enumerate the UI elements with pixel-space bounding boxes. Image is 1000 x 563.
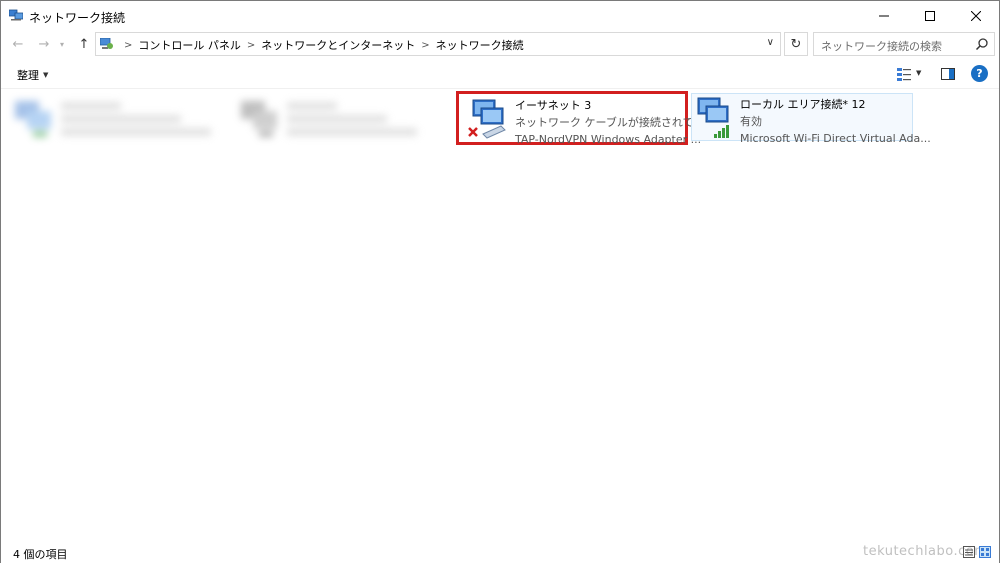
connection-item[interactable] bbox=[5, 93, 225, 145]
forward-button[interactable]: → bbox=[35, 35, 53, 53]
back-button[interactable]: ← bbox=[9, 35, 27, 53]
chevron-down-icon: ▼ bbox=[43, 71, 49, 79]
connection-device: Microsoft Wi-Fi Direct Virtual Ada... bbox=[740, 132, 931, 145]
window-title: ネットワーク接続 bbox=[29, 11, 126, 25]
minimize-icon bbox=[879, 15, 889, 17]
blurred-device bbox=[287, 128, 417, 136]
connection-item-ethernet-3[interactable]: イーサネット 3 ネットワーク ケーブルが接続されていま... TAP-Nord… bbox=[456, 91, 726, 146]
organize-label: 整理 bbox=[17, 69, 39, 82]
maximize-button[interactable] bbox=[907, 1, 953, 31]
blurred-status bbox=[61, 115, 181, 123]
search-icon bbox=[975, 38, 988, 51]
maximize-icon bbox=[925, 11, 935, 21]
preview-pane-icon[interactable] bbox=[941, 67, 955, 81]
breadcrumb-separator-icon: > bbox=[124, 39, 133, 51]
address-bar[interactable]: > コントロール パネル > ネットワークとインターネット > ネットワーク接続… bbox=[95, 32, 781, 56]
breadcrumb-network-connections[interactable]: ネットワーク接続 bbox=[436, 37, 524, 53]
refresh-icon: ↻ bbox=[790, 36, 802, 52]
connections-list: イーサネット 3 ネットワーク ケーブルが接続されていま... TAP-Nord… bbox=[1, 89, 999, 541]
blurred-device bbox=[61, 128, 211, 136]
connection-item[interactable] bbox=[231, 93, 451, 145]
connection-item-local-area-12[interactable]: ローカル エリア接続* 12 有効 Microsoft Wi-Fi Direct… bbox=[691, 93, 931, 145]
blurred-name bbox=[287, 102, 337, 110]
recent-locations-button[interactable]: ▾ bbox=[57, 35, 67, 53]
address-dropdown-chevron-icon[interactable]: ∨ bbox=[767, 37, 774, 48]
connection-name: ローカル エリア接続* 12 bbox=[740, 98, 866, 111]
help-button[interactable]: ? bbox=[971, 65, 988, 82]
blurred-name bbox=[61, 102, 121, 110]
chevron-down-icon: ▾ bbox=[59, 39, 64, 49]
details-view-icon[interactable] bbox=[963, 546, 975, 558]
wireless-adapter-icon bbox=[697, 97, 729, 138]
breadcrumb-separator-icon: > bbox=[421, 39, 430, 51]
network-adapter-icon bbox=[241, 101, 277, 137]
control-panel-icon bbox=[100, 38, 113, 49]
search-placeholder: ネットワーク接続の検索 bbox=[821, 40, 942, 53]
breadcrumb-network-internet[interactable]: ネットワークとインターネット bbox=[261, 37, 415, 53]
network-connections-icon bbox=[9, 9, 23, 21]
close-button[interactable] bbox=[953, 1, 999, 31]
refresh-button[interactable]: ↻ bbox=[784, 32, 808, 56]
change-view-icon[interactable] bbox=[897, 67, 911, 81]
navigation-row: ← → ▾ ↑ > コントロール パネル > ネットワークとインターネット > … bbox=[1, 31, 999, 57]
status-bar: 4 個の項目 tekutechlabo.com bbox=[1, 541, 999, 563]
connection-text: ローカル エリア接続* 12 有効 Microsoft Wi-Fi Direct… bbox=[740, 96, 931, 147]
view-options-chevron-icon[interactable]: ▼ bbox=[916, 69, 921, 83]
breadcrumb: > コントロール パネル > ネットワークとインターネット > ネットワーク接続 bbox=[118, 37, 524, 53]
organize-menu-button[interactable]: 整理 ▼ bbox=[17, 67, 48, 83]
title-bar: ネットワーク接続 bbox=[1, 1, 999, 31]
blurred-status bbox=[287, 115, 387, 123]
breadcrumb-separator-icon: > bbox=[246, 39, 256, 51]
network-connections-window: ネットワーク接続 ← → ▾ ↑ > コントロール パネル > ネットワークとイ… bbox=[0, 0, 1000, 563]
up-button[interactable]: ↑ bbox=[75, 35, 93, 53]
large-icons-view-icon[interactable] bbox=[979, 546, 991, 558]
minimize-button[interactable] bbox=[861, 1, 907, 31]
ethernet-disconnected-icon bbox=[468, 99, 506, 139]
connection-text bbox=[61, 97, 211, 141]
back-arrow-icon: ← bbox=[12, 36, 24, 52]
breadcrumb-control-panel[interactable]: コントロール パネル bbox=[138, 37, 241, 53]
item-count: 4 個の項目 bbox=[13, 548, 68, 561]
connection-status: 有効 bbox=[740, 115, 762, 128]
up-arrow-icon: ↑ bbox=[78, 36, 90, 52]
forward-arrow-icon: → bbox=[38, 36, 50, 52]
close-icon bbox=[971, 11, 981, 21]
search-input[interactable]: ネットワーク接続の検索 bbox=[813, 32, 995, 56]
connection-text bbox=[287, 97, 417, 141]
help-icon: ? bbox=[976, 67, 983, 80]
command-bar: 整理 ▼ ▼ ? bbox=[1, 59, 999, 89]
network-adapter-icon bbox=[15, 101, 51, 137]
